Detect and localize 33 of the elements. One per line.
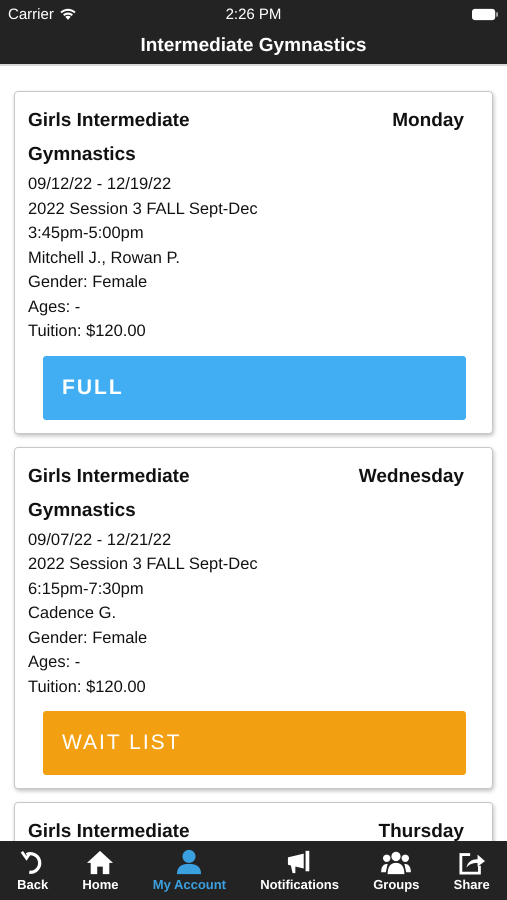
class-title: Girls Intermediate Gymnastics <box>28 109 191 167</box>
class-title: Girls Intermediate <box>28 820 191 841</box>
class-detail: Ages: - <box>28 296 82 318</box>
class-title: Girls Intermediate Gymnastics <box>28 464 191 522</box>
class-detail: Ages: - <box>28 652 82 673</box>
tab-item[interactable]: Groups <box>373 849 420 892</box>
tab-item[interactable]: Notifications <box>260 849 339 892</box>
class-day: Thursday <box>378 815 464 841</box>
class-day: Wednesday <box>358 460 464 494</box>
class-detail: Cadence G. <box>28 603 118 624</box>
wifi-icon <box>58 8 77 20</box>
battery-icon <box>471 8 499 20</box>
carrier-label: Carrier <box>8 6 54 22</box>
tab-item[interactable]: My Account <box>152 849 226 892</box>
class-detail: 6:15pm-7:30pm <box>28 578 145 600</box>
tab-item[interactable]: Share <box>454 849 490 892</box>
class-detail: 3:45pm-5:00pm <box>28 223 145 244</box>
class-detail: Tuition: $120.00 <box>28 321 147 342</box>
class-detail: Gender: Female <box>28 272 148 293</box>
class-detail: 09/07/22 - 12/21/22 <box>28 530 172 550</box>
class-detail: 2022 Session 3 FALL Sept-Dec <box>28 198 259 220</box>
clock-time: 2:26 PM <box>224 6 282 22</box>
class-detail: 09/12/22 - 12/19/22 <box>28 174 172 195</box>
nav-title: Intermediate Gymnastics <box>140 34 368 58</box>
class-detail: Tuition: $120.00 <box>28 676 147 698</box>
tab-item[interactable]: Back <box>17 849 48 892</box>
tab-item[interactable]: Home <box>82 849 119 892</box>
people-icon <box>381 849 412 875</box>
class-day: Monday <box>392 104 464 138</box>
home-icon <box>85 849 116 875</box>
class-detail: Mitchell J., Rowan P. <box>28 248 181 268</box>
class-detail: 2022 Session 3 FALL Sept-Dec <box>28 554 259 575</box>
class-detail: Gender: Female <box>28 628 148 648</box>
